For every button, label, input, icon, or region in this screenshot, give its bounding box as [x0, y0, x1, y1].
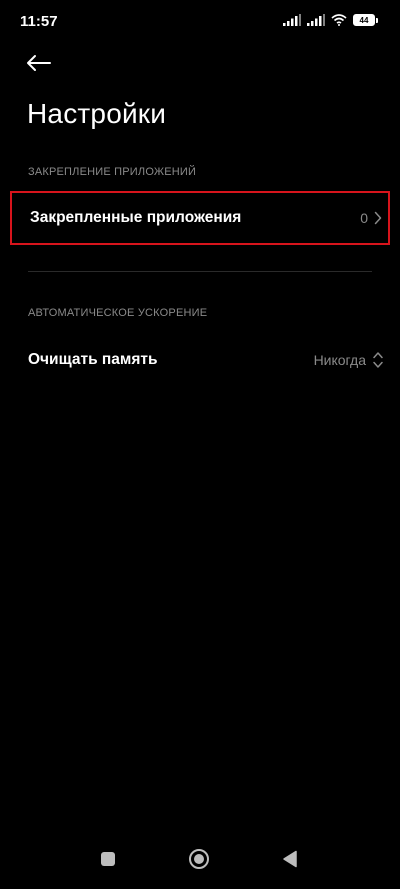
battery-level: 44 — [353, 14, 375, 26]
recent-apps-button[interactable] — [92, 843, 124, 875]
clear-memory-row[interactable]: Очищать память Никогда — [10, 333, 390, 387]
circle-icon — [189, 849, 209, 869]
arrow-left-icon — [27, 55, 51, 71]
clear-memory-value: Никогда — [313, 352, 366, 368]
navigation-bar — [0, 829, 400, 889]
status-bar: 11:57 44 — [0, 0, 400, 44]
pinned-apps-count: 0 — [360, 210, 368, 226]
home-button[interactable] — [183, 843, 215, 875]
signal-icon-2 — [307, 14, 325, 26]
section-divider — [28, 271, 372, 272]
up-down-chevron-icon — [373, 352, 383, 368]
signal-icon — [283, 14, 301, 26]
status-icons: 44 — [283, 14, 378, 26]
status-time: 11:57 — [20, 13, 58, 30]
nav-back-button[interactable] — [274, 843, 306, 875]
pinned-apps-value-group: 0 — [360, 210, 382, 226]
triangle-left-icon — [283, 850, 297, 868]
section-header-pinning: ЗАКРЕПЛЕНИЕ ПРИЛОЖЕНИЙ — [28, 166, 197, 178]
chevron-right-icon — [374, 211, 382, 225]
wifi-icon — [331, 14, 347, 26]
clear-memory-label: Очищать память — [28, 351, 158, 368]
page-title: Настройки — [27, 98, 167, 129]
back-button[interactable] — [26, 52, 54, 74]
battery-icon: 44 — [353, 14, 378, 26]
square-icon — [101, 852, 115, 866]
pinned-apps-row[interactable]: Закрепленные приложения 0 — [10, 191, 390, 245]
clear-memory-select[interactable]: Никогда — [314, 351, 384, 369]
pinned-apps-label: Закрепленные приложения — [30, 209, 242, 226]
section-header-boost: АВТОМАТИЧЕСКОЕ УСКОРЕНИЕ — [28, 307, 208, 319]
